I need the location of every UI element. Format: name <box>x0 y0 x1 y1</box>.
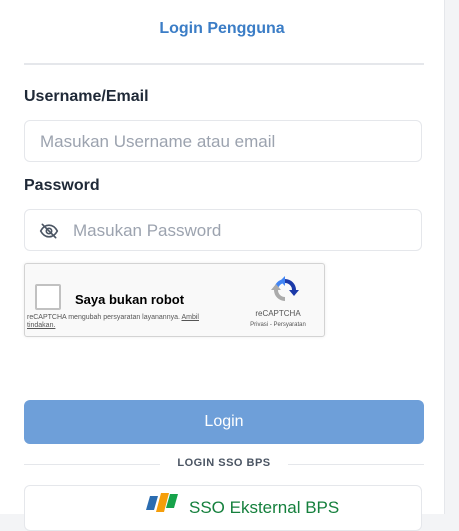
recaptcha-terms-link[interactable]: Persyaratan <box>274 322 306 328</box>
recaptcha-widget: Saya bukan robot reCAPTCHA mengubah pers… <box>24 263 325 337</box>
username-label: Username/Email <box>24 88 149 105</box>
recaptcha-checkbox[interactable] <box>35 284 61 310</box>
recaptcha-brand: reCAPTCHA <box>255 309 301 318</box>
sso-button-label: SSO Eksternal BPS <box>189 498 340 517</box>
recaptcha-notice: reCAPTCHA mengubah persyaratan layananny… <box>27 314 207 330</box>
sso-divider-label: LOGIN SSO BPS <box>177 457 271 469</box>
eye-off-icon[interactable] <box>39 221 59 241</box>
password-label: Password <box>24 177 100 194</box>
password-placeholder: Masukan Password <box>73 221 222 240</box>
recaptcha-privacy-link[interactable]: Privasi <box>250 322 268 328</box>
page-title: Login Pengguna <box>159 20 285 37</box>
recaptcha-label: Saya bukan robot <box>75 292 185 307</box>
recaptcha-notice-text: reCAPTCHA mengubah persyaratan layananny… <box>27 314 180 321</box>
bps-logo-icon <box>146 493 178 512</box>
recaptcha-logo-icon <box>271 276 299 301</box>
username-placeholder: Masukan Username atau email <box>40 132 276 151</box>
password-input[interactable]: Masukan Password <box>24 209 422 251</box>
sso-external-button[interactable]: SSO Eksternal BPS <box>24 485 422 531</box>
recaptcha-links: Privasi - Persyaratan <box>231 322 325 328</box>
login-button[interactable]: Login <box>24 400 424 444</box>
username-input[interactable]: Masukan Username atau email <box>24 120 422 162</box>
login-card: Login Pengguna Username/Email Masukan Us… <box>0 0 445 531</box>
sso-divider: LOGIN SSO BPS <box>24 456 424 472</box>
title-divider <box>24 63 424 65</box>
